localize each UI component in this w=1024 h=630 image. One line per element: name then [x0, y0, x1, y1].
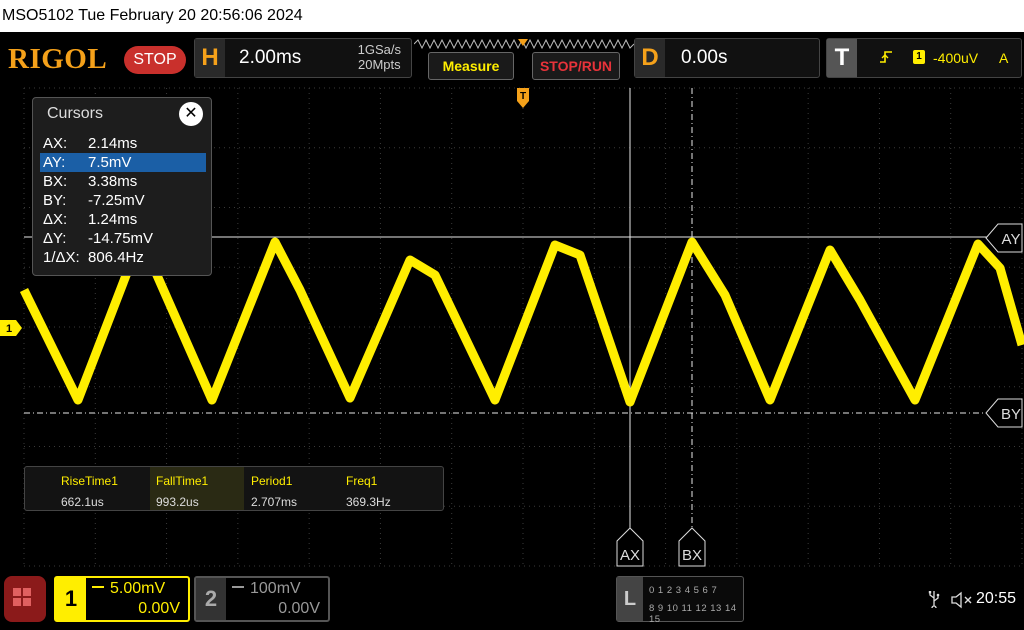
logic-bits-row-2: 8 9 10 11 12 13 14 15 — [649, 603, 737, 625]
rising-edge-icon — [880, 51, 892, 63]
cursor-readout-row[interactable]: BX: 3.38ms — [40, 172, 206, 191]
measurement-results: RiseTime1 662.1us FallTime1 993.2us Period1 2… — [24, 466, 444, 511]
svg-text:1: 1 — [6, 323, 12, 335]
cursor-readout-key: AX: — [43, 135, 68, 152]
cursor-readout-row[interactable]: BY: -7.25mV — [40, 191, 206, 210]
cursor-readout-row[interactable]: ΔX: 1.24ms — [40, 210, 206, 229]
cursor-readout-row[interactable]: AY: 7.5mV — [40, 153, 206, 172]
horizontal-label: H — [195, 39, 225, 77]
channel-2-scale: 100mV — [250, 580, 301, 597]
svg-text:T: T — [520, 91, 526, 102]
measurement-value: 2.707ms — [251, 495, 298, 509]
measurement-label: Period1 — [251, 474, 293, 488]
cursor-readout-value: 3.38ms — [88, 173, 138, 190]
title-strip: MSO5102 Tue February 20 20:56:06 2024 — [0, 0, 1024, 32]
memory-depth: 20Mpts — [358, 57, 401, 72]
cursor-by-marker: BY — [985, 398, 1023, 428]
svg-text:AX: AX — [620, 547, 640, 564]
measurement-label: Freq1 — [346, 474, 378, 488]
cursor-readout-value: 806.4Hz — [88, 249, 144, 266]
trigger-label: T — [827, 39, 857, 77]
memory-position-indicator — [413, 36, 635, 50]
rigol-logo: RIGOL — [8, 43, 108, 75]
cursor-readout-key: 1/ΔX: — [43, 249, 80, 266]
trigger-coupling: A — [999, 50, 1009, 66]
channel-1-offset: 0.00V — [138, 600, 180, 617]
cursor-readout-row[interactable]: AX: 2.14ms — [40, 134, 206, 153]
sample-rate: 1GSa/s — [357, 42, 401, 57]
cursor-bx-marker: BX — [678, 527, 706, 567]
cursor-readout-row[interactable]: ΔY: -14.75mV — [40, 229, 206, 248]
channel-2-number: 2 — [196, 578, 226, 620]
logic-bits-row-1: 0 1 2 3 4 5 6 7 — [649, 585, 718, 596]
waveform-display: T 1 AY BY AX BX — [0, 87, 1024, 567]
bottom-bar: 1 5.00mV 0.00V 2 100mV 0.00V L 0 1 2 3 4… — [0, 568, 1024, 630]
cursor-readout-table: AX: 2.14ms AY: 7.5mV BX: 3.38ms BY: -7.25mV ΔX: 1… — [40, 134, 206, 267]
channel-2-offset: 0.00V — [278, 600, 320, 617]
cursor-readout-value: 7.5mV — [88, 154, 132, 171]
cursor-readout-key: ΔY: — [43, 230, 67, 247]
memory-position-track — [413, 38, 635, 50]
main-menu-button[interactable] — [4, 576, 46, 622]
logic-analyzer-panel[interactable]: L 0 1 2 3 4 5 6 7 8 9 10 11 12 13 14 15 — [616, 576, 744, 625]
delay-label: D — [635, 39, 665, 77]
run-state-badge[interactable]: STOP — [124, 46, 186, 74]
measurement-item[interactable]: RiseTime1 662.1us — [55, 467, 149, 510]
svg-text:AY: AY — [1002, 231, 1021, 248]
stop-run-button[interactable]: STOP/RUN — [532, 52, 620, 80]
channel-1-scale: 5.00mV — [110, 580, 166, 597]
measurement-item[interactable]: FallTime1 993.2us — [150, 467, 244, 510]
measurement-item[interactable]: Period1 2.707ms — [245, 467, 339, 510]
measurement-value: 662.1us — [61, 495, 104, 509]
delay-value: 0.00s — [681, 47, 728, 68]
horizontal-panel[interactable]: H 2.00ms 1GSa/s 20Mpts — [194, 38, 412, 78]
cursor-readout-value: -14.75mV — [88, 230, 154, 247]
cursor-readout-row[interactable]: 1/ΔX: 806.4Hz — [40, 248, 206, 267]
trigger-level: -400uV — [933, 50, 979, 66]
measurement-value: 369.3Hz — [346, 495, 391, 509]
cursor-readout-key: AY: — [43, 154, 66, 171]
timebase-value: 2.00ms — [239, 47, 302, 68]
channel-1-number: 1 — [56, 578, 86, 620]
mute-icon[interactable] — [950, 590, 974, 610]
system-clock: 20:55 — [976, 590, 1017, 607]
trigger-position-marker: T — [517, 88, 529, 108]
cursor-readout-key: BX: — [43, 173, 68, 190]
menu-icon — [13, 588, 21, 596]
cursor-ay-marker: AY — [985, 223, 1023, 253]
cursor-readout-key: ΔX: — [43, 211, 68, 228]
usb-icon — [928, 591, 940, 608]
trigger-source: 1 — [913, 50, 925, 64]
measurement-item[interactable]: Freq1 369.3Hz — [340, 467, 434, 510]
cursor-readout-key: BY: — [43, 192, 67, 209]
top-control-bar: RIGOL STOP H 2.00ms 1GSa/s 20Mpts Measur… — [0, 32, 1024, 86]
cursor-readout-value: 2.14ms — [88, 135, 138, 152]
model-and-datetime: MSO5102 Tue February 20 20:56:06 2024 — [2, 7, 303, 24]
channel-1-panel[interactable]: 1 5.00mV 0.00V — [54, 576, 190, 622]
svg-text:BX: BX — [682, 547, 702, 564]
sample-rate-info: 1GSa/s 20Mpts — [358, 42, 401, 72]
measurement-label: RiseTime1 — [61, 474, 118, 488]
cursors-dialog: Cursors ✕ AX: 2.14ms AY: 7.5mV BX: 3.38ms BY: -… — [32, 97, 212, 276]
dc-coupling-icon — [92, 586, 104, 592]
cursor-readout-value: -7.25mV — [88, 192, 145, 209]
trigger-panel[interactable]: T 1 -400uV A — [826, 38, 1022, 78]
measurement-value: 993.2us — [156, 495, 199, 509]
measure-button[interactable]: Measure — [428, 52, 514, 80]
logic-analyzer-label: L — [617, 577, 643, 621]
close-icon[interactable]: ✕ — [179, 102, 203, 126]
channel-2-panel[interactable]: 2 100mV 0.00V — [194, 576, 330, 622]
delay-panel[interactable]: D 0.00s — [634, 38, 820, 78]
cursor-readout-value: 1.24ms — [88, 211, 138, 228]
cursor-ax-marker: AX — [616, 527, 644, 567]
svg-text:BY: BY — [1001, 406, 1021, 423]
dc-coupling-icon — [232, 586, 244, 592]
channel-1-ground-marker: 1 — [0, 320, 22, 336]
measurement-label: FallTime1 — [156, 474, 209, 488]
cursors-dialog-title: Cursors — [47, 105, 104, 122]
